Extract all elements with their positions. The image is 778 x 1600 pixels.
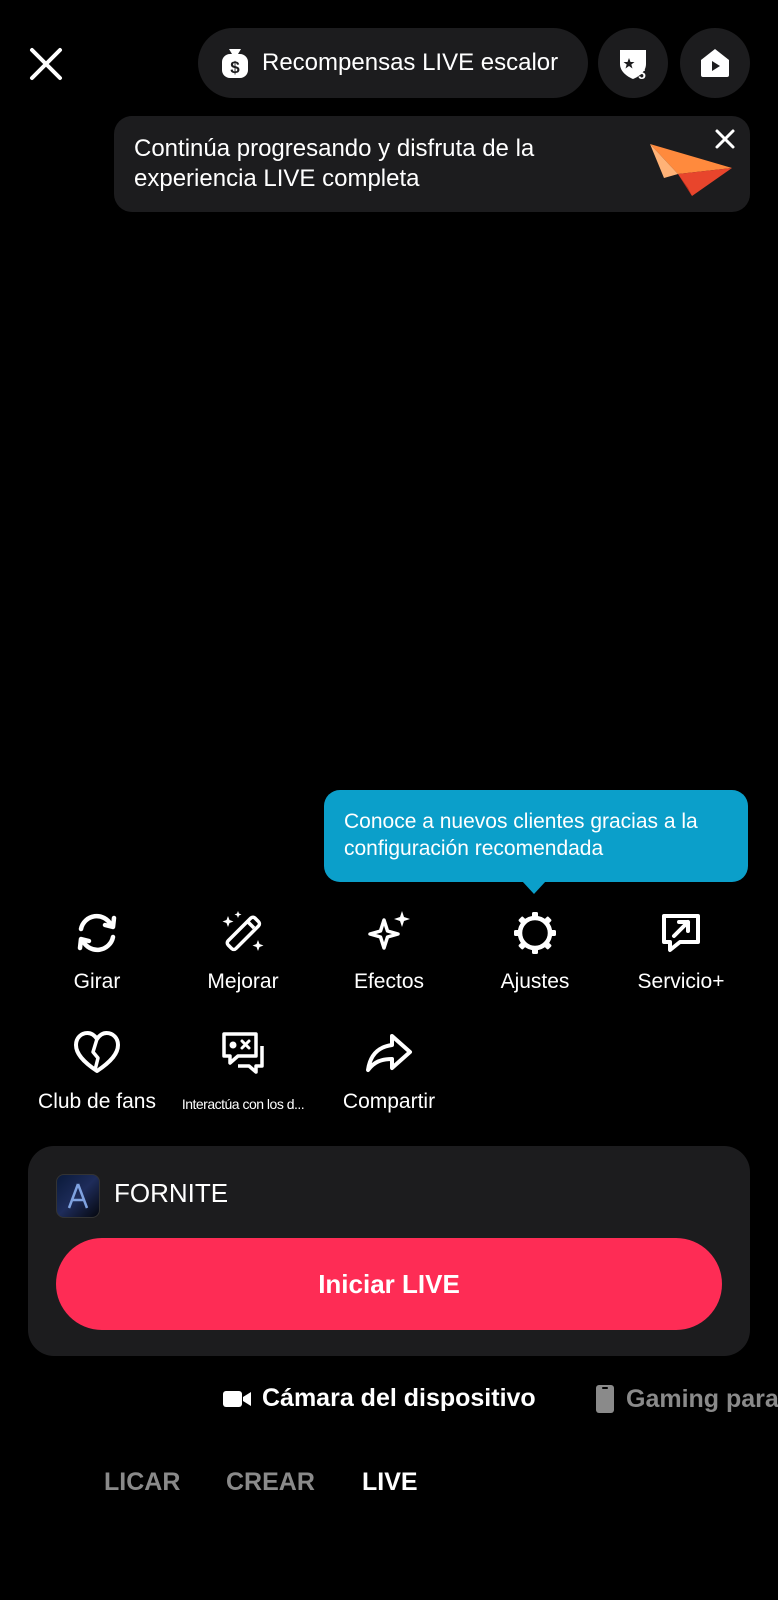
- progress-tooltip-text: Continúa progresando y disfruta de la ex…: [134, 135, 535, 192]
- config-tooltip: Conoce a nuevos clientes gracias a la co…: [324, 790, 748, 894]
- tool-enhance[interactable]: Mejorar: [170, 906, 316, 994]
- tool-label: Efectos: [353, 970, 425, 993]
- tab-live[interactable]: LIVE: [362, 1468, 418, 1497]
- home-play-icon: [701, 49, 729, 77]
- tool-fan-club[interactable]: Club de fans: [24, 1026, 170, 1114]
- progress-tooltip: Continúa progresando y disfruta de la ex…: [114, 116, 750, 212]
- game-chat-icon: [222, 1032, 264, 1074]
- source-gaming[interactable]: Gaming para: [594, 1384, 778, 1414]
- live-level-badge-button[interactable]: 5: [598, 28, 668, 98]
- tool-interact[interactable]: Interactúa con los d...: [170, 1026, 316, 1112]
- tool-label: Servicio+: [637, 970, 725, 993]
- tooltip-arrow: [522, 881, 546, 894]
- tool-label: Ajustes: [500, 970, 570, 993]
- tool-label: Girar: [73, 970, 121, 993]
- config-tooltip-text: Conoce a nuevos clientes gracias a la co…: [344, 810, 698, 860]
- tool-label: Club de fans: [38, 1090, 156, 1113]
- source-device-camera[interactable]: Cámara del dispositivo: [222, 1384, 536, 1413]
- tool-service-plus[interactable]: Servicio+: [608, 906, 754, 994]
- rotate-camera-icon: [77, 913, 117, 953]
- badge-level: 5: [638, 66, 646, 82]
- start-live-button[interactable]: Iniciar LIVE: [56, 1238, 722, 1330]
- magic-wand-icon: [222, 911, 264, 952]
- tool-share[interactable]: Compartir: [316, 1026, 462, 1114]
- tool-label: Mejorar: [207, 970, 279, 993]
- live-setup-screen: $ Recompensas LIVE escalor 5 Continúa pr…: [0, 0, 778, 1600]
- service-plus-icon: [662, 914, 700, 952]
- game-title[interactable]: FORNITE: [114, 1178, 228, 1209]
- tool-effects[interactable]: Efectos: [316, 906, 462, 994]
- tool-label: Compartir: [342, 1090, 436, 1113]
- share-arrow-icon: [366, 1034, 412, 1072]
- heart-icon: [74, 1031, 120, 1073]
- live-center-button[interactable]: [680, 28, 750, 98]
- video-camera-icon: [223, 1390, 251, 1407]
- game-logo-icon: [67, 1183, 89, 1209]
- tooltip-close-icon[interactable]: [712, 126, 738, 152]
- money-bag-icon: $: [222, 49, 248, 78]
- settings-gear-icon: [514, 912, 556, 954]
- tool-label: Interactúa con los d...: [181, 1096, 305, 1112]
- tool-rotate[interactable]: Girar: [24, 906, 170, 994]
- tool-settings[interactable]: Ajustes: [462, 906, 608, 994]
- tab-create[interactable]: CREAR: [226, 1468, 315, 1497]
- source-device-camera-label: Cámara del dispositivo: [262, 1384, 536, 1412]
- live-rewards-label: Recompensas LIVE escalor: [262, 49, 559, 76]
- game-card: FORNITE Iniciar LIVE: [28, 1146, 750, 1356]
- svg-text:$: $: [230, 58, 240, 77]
- game-thumbnail[interactable]: [56, 1174, 100, 1218]
- close-icon: [30, 48, 62, 80]
- sparkles-icon: [368, 911, 410, 950]
- close-button[interactable]: [26, 44, 66, 84]
- live-rewards-button[interactable]: $ Recompensas LIVE escalor: [198, 28, 588, 98]
- phone-icon: [596, 1385, 614, 1413]
- source-gaming-label: Gaming para: [626, 1384, 778, 1413]
- tab-publish[interactable]: LICAR: [104, 1468, 180, 1497]
